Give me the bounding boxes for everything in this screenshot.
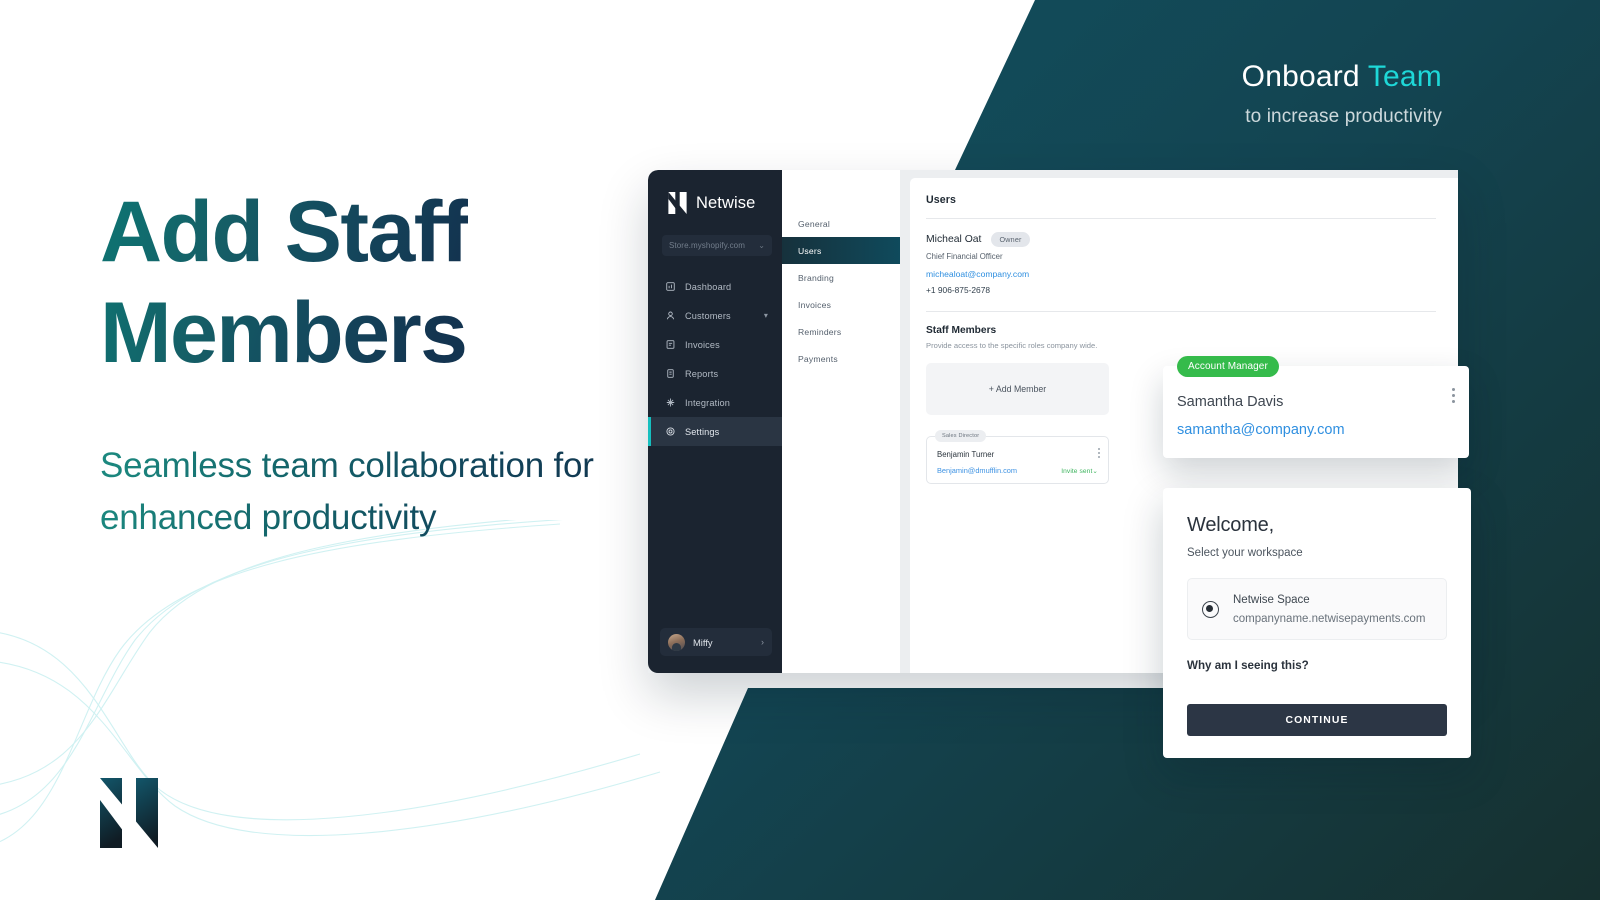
floating-member-card: Account Manager Samantha Davis samantha@… bbox=[1163, 356, 1469, 458]
sidebar-item-invoices[interactable]: Invoices bbox=[648, 330, 782, 359]
role-badge: Account Manager bbox=[1177, 356, 1279, 377]
staff-section-title: Staff Members bbox=[926, 325, 997, 336]
status-label: Invite sent bbox=[1061, 467, 1093, 475]
app-sidebar: Netwise Store.myshopify.com ⌄ Dashboard bbox=[648, 170, 782, 673]
gear-icon bbox=[666, 427, 675, 436]
avatar bbox=[668, 633, 685, 651]
sidebar-item-label: Reports bbox=[685, 368, 719, 379]
store-selector[interactable]: Store.myshopify.com ⌄ bbox=[662, 235, 772, 256]
user-icon bbox=[666, 311, 675, 320]
tab-reminders[interactable]: Reminders bbox=[782, 318, 900, 345]
staff-member-name: Benjamin Turner bbox=[937, 450, 995, 459]
chevron-down-icon: ⌄ bbox=[758, 241, 765, 250]
sidebar-nav: Dashboard Customers ▾ Invoices Reports I… bbox=[648, 272, 782, 446]
sidebar-item-label: Invoices bbox=[685, 339, 720, 350]
dashboard-icon bbox=[666, 282, 675, 291]
radio-selected-icon[interactable] bbox=[1202, 600, 1219, 618]
sidebar-user-profile[interactable]: Miffy › bbox=[660, 628, 772, 656]
report-icon bbox=[667, 369, 674, 378]
invoice-icon bbox=[666, 340, 675, 349]
poster-canvas: Add Staff Members Seamless team collabor… bbox=[0, 0, 1600, 900]
workspace-text: Netwise Space companyname.netwisepayment… bbox=[1233, 594, 1425, 625]
add-member-button[interactable]: + Add Member bbox=[926, 363, 1109, 415]
settings-subnav: General Users Branding Invoices Reminder… bbox=[782, 170, 900, 673]
divider bbox=[926, 311, 1436, 312]
welcome-modal: Welcome, Select your workspace Netwise S… bbox=[1163, 488, 1471, 758]
tab-payments[interactable]: Payments bbox=[782, 345, 900, 372]
modal-title: Welcome, bbox=[1187, 514, 1274, 536]
staff-member-email[interactable]: Benjamin@dmufflin.com bbox=[937, 466, 1017, 475]
sidebar-item-label: Customers bbox=[685, 310, 731, 321]
staff-member-status: Invite sent⌄ bbox=[1061, 467, 1098, 475]
netwise-logo-mark-icon bbox=[100, 778, 158, 848]
chevron-right-icon: › bbox=[761, 637, 764, 647]
owner-phone: +1 906-875-2678 bbox=[926, 285, 991, 295]
sidebar-item-label: Dashboard bbox=[685, 281, 732, 292]
workspace-url: companyname.netwisepayments.com bbox=[1233, 612, 1426, 625]
page-title: Add Staff Members bbox=[100, 182, 468, 383]
workspace-name: Netwise Space bbox=[1233, 593, 1310, 606]
staff-member-card[interactable]: Sales Director Benjamin Turner Benjamin@… bbox=[926, 430, 1109, 484]
sidebar-item-customers[interactable]: Customers ▾ bbox=[648, 301, 782, 330]
staff-member-meta: Benjamin@dmufflin.com Invite sent⌄ bbox=[937, 466, 1098, 475]
kebab-menu-icon[interactable] bbox=[1452, 388, 1455, 403]
chevron-down-icon: ▾ bbox=[763, 311, 768, 320]
tab-invoices[interactable]: Invoices bbox=[782, 291, 900, 318]
sidebar-brand-label: Netwise bbox=[696, 193, 756, 212]
netwise-logo-icon bbox=[668, 192, 687, 214]
kicker-block: Onboard Team to increase productivity bbox=[1242, 60, 1442, 128]
owner-name: Micheal Oat bbox=[926, 234, 982, 245]
kebab-menu-icon[interactable] bbox=[1098, 448, 1100, 458]
owner-email[interactable]: michealoat@company.com bbox=[926, 269, 1436, 279]
owner-row: Micheal Oat Owner bbox=[926, 232, 1436, 247]
sidebar-item-settings[interactable]: Settings bbox=[648, 417, 782, 446]
continue-button[interactable]: CONTINUE bbox=[1187, 704, 1447, 736]
chevron-down-icon: ⌄ bbox=[1092, 467, 1098, 475]
sidebar-brand: Netwise bbox=[648, 192, 782, 214]
sidebar-user-name: Miffy bbox=[693, 636, 713, 648]
panel-title: Users bbox=[926, 194, 956, 206]
member-name: Samantha Davis bbox=[1177, 394, 1284, 410]
status-badge: Owner bbox=[991, 232, 1030, 247]
integration-icon bbox=[666, 398, 675, 407]
kicker-title-plain: Onboard bbox=[1241, 60, 1368, 93]
tab-general[interactable]: General bbox=[782, 210, 900, 237]
sidebar-item-reports[interactable]: Reports bbox=[648, 359, 782, 388]
help-link[interactable]: Why am I seeing this? bbox=[1187, 659, 1447, 672]
divider bbox=[926, 218, 1436, 219]
sidebar-item-label: Settings bbox=[685, 426, 720, 437]
staff-role-tag: Sales Director bbox=[935, 430, 987, 442]
tab-branding[interactable]: Branding bbox=[782, 264, 900, 291]
workspace-option[interactable]: Netwise Space companyname.netwisepayment… bbox=[1187, 578, 1447, 640]
kicker-subtitle: to increase productivity bbox=[1245, 106, 1442, 127]
tab-users[interactable]: Users bbox=[782, 237, 900, 264]
staff-section-subtitle: Provide access to the specific roles com… bbox=[926, 341, 1098, 350]
sidebar-item-dashboard[interactable]: Dashboard bbox=[648, 272, 782, 301]
headline-line-2: Members bbox=[100, 284, 467, 381]
sidebar-item-label: Integration bbox=[685, 397, 731, 408]
owner-role: Chief Financial Officer bbox=[926, 252, 1003, 261]
member-email[interactable]: samantha@company.com bbox=[1177, 422, 1469, 438]
store-selector-value: Store.myshopify.com bbox=[669, 241, 745, 250]
kicker-title: Onboard Team bbox=[1242, 60, 1442, 94]
sidebar-item-integration[interactable]: Integration bbox=[648, 388, 782, 417]
kicker-title-accent: Team bbox=[1367, 60, 1442, 93]
hero-subheadline: Seamless team collaboration for enhanced… bbox=[100, 440, 620, 544]
headline-line-1: Add Staff bbox=[100, 184, 468, 280]
modal-subtitle: Select your workspace bbox=[1187, 547, 1303, 559]
